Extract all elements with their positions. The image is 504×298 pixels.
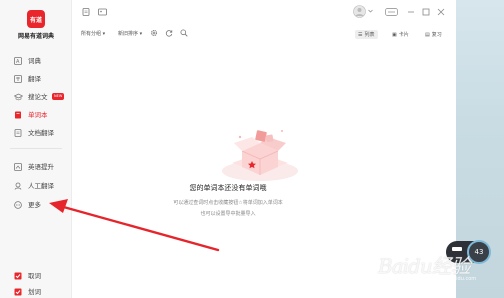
speed-value: 43 <box>467 240 491 264</box>
watermark-url: jingyan.baidu.com <box>430 276 477 282</box>
watermark: Baidu经验 <box>378 254 471 278</box>
